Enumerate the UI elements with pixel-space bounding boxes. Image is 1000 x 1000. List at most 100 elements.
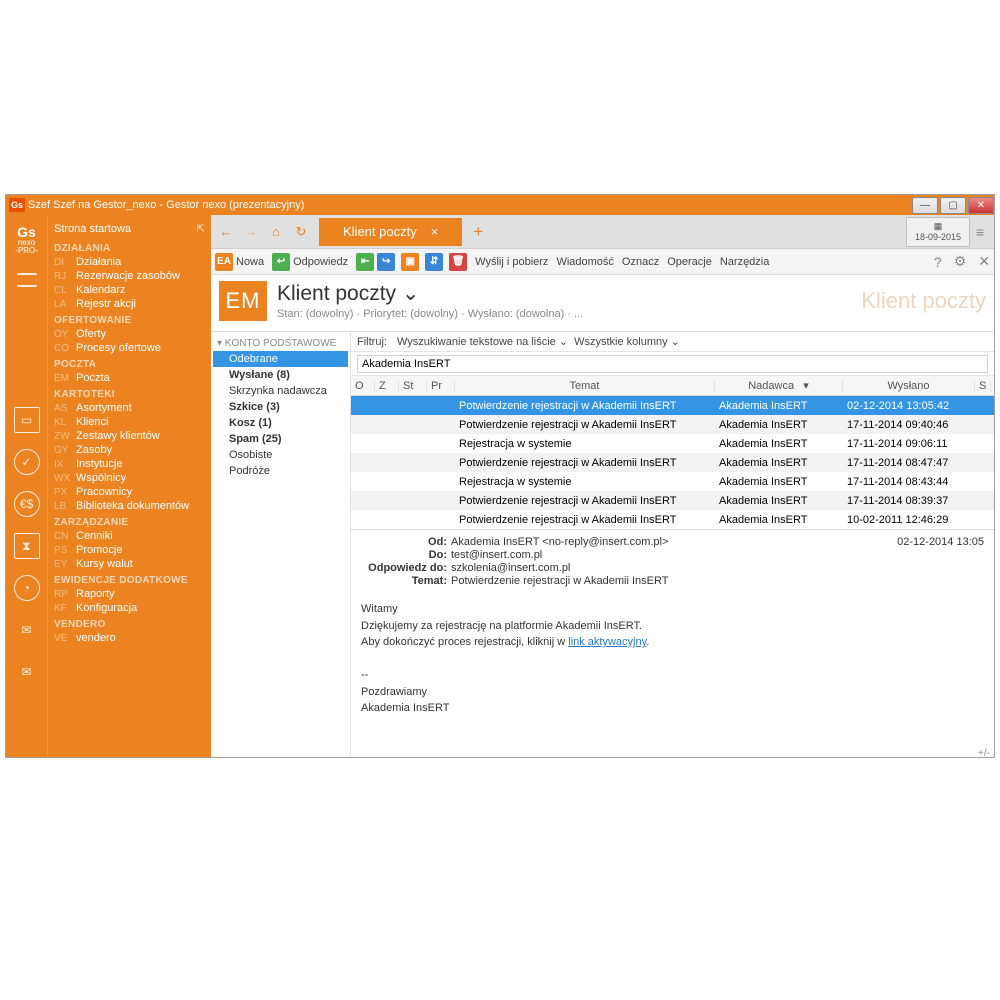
nav-item[interactable]: CLKalendarz <box>48 283 211 297</box>
folder-item[interactable]: Spam (25) <box>213 431 348 447</box>
col-z[interactable]: Z <box>375 380 399 392</box>
clock-icon[interactable]: ◔ <box>14 575 40 601</box>
money-icon[interactable]: €$ <box>14 491 40 517</box>
filter-row: Filtruj: Wyszukiwanie tekstowe na liście… <box>351 332 994 352</box>
check-icon[interactable]: ✓ <box>14 449 40 475</box>
nav-category: OFERTOWANIE <box>48 311 211 327</box>
folder-item[interactable]: Skrzynka nadawcza <box>213 383 348 399</box>
nav-item[interactable]: RPRaporty <box>48 587 211 601</box>
titlebar: Gs Szef Szef na Gestor_nexo - Gestor nex… <box>6 195 994 215</box>
mail-pane: Filtruj: Wyszukiwanie tekstowe na liście… <box>351 332 994 757</box>
main-pane: ← → ⌂ ↻ Klient poczty× + ▦ 18-09-2015 ≡ … <box>211 215 994 757</box>
toggle-pm[interactable]: +/- <box>978 748 990 757</box>
new-button[interactable]: EANowa <box>215 253 264 271</box>
nav-item[interactable]: OYOferty <box>48 327 211 341</box>
nav-home[interactable]: Strona startowa⇱ <box>48 219 211 239</box>
folder-item[interactable]: Szkice (3) <box>213 399 348 415</box>
forward-icon[interactable]: ↪ <box>377 253 395 271</box>
folder-item[interactable]: Kosz (1) <box>213 415 348 431</box>
mail-row[interactable]: Potwierdzenie rejestracji w Akademii Ins… <box>351 396 994 415</box>
tab-close-icon[interactable]: × <box>431 224 439 239</box>
mail-row[interactable]: Rejestracja w systemieAkademia InsERT17-… <box>351 434 994 453</box>
doc-icon[interactable]: ▭ <box>14 407 40 433</box>
tab-bar: ← → ⌂ ↻ Klient poczty× + ▦ 18-09-2015 ≡ <box>211 215 994 249</box>
mail-row[interactable]: Potwierdzenie rejestracji w Akademii Ins… <box>351 491 994 510</box>
nav-item[interactable]: LBBiblioteka dokumentów <box>48 499 211 513</box>
col-pr[interactable]: Pr <box>427 380 455 392</box>
mail-out-icon[interactable]: ✉ <box>14 617 40 643</box>
nav-refresh[interactable]: ↻ <box>290 221 312 243</box>
filter-mode[interactable]: Wyszukiwanie tekstowe na liście ⌄ <box>397 335 568 348</box>
col-nadawca[interactable]: Nadawca ▾ <box>715 379 843 392</box>
folder-item[interactable]: Wysłane (8) <box>213 367 348 383</box>
nav-category: KARTOTEKI <box>48 385 211 401</box>
mail-icon[interactable]: ✉ <box>14 659 40 685</box>
archive-icon[interactable]: ▣ <box>401 253 419 271</box>
delete-icon[interactable]: 🗑 <box>449 253 467 271</box>
tab-add[interactable]: + <box>466 222 490 242</box>
nav-item[interactable]: LARejestr akcji <box>48 297 211 311</box>
nav-item[interactable]: ZWZestawy klientów <box>48 429 211 443</box>
tab-active[interactable]: Klient poczty× <box>319 218 462 246</box>
activation-link[interactable]: link aktywacyjny <box>568 636 646 648</box>
col-s[interactable]: S <box>975 380 991 392</box>
toolbar: EANowa ↩Odpowiedz ⇤ ↪ ▣ ⇵ 🗑 Wyślij i pob… <box>211 249 994 275</box>
nav-category: EWIDENCJE DODATKOWE <box>48 571 211 587</box>
reply-button[interactable]: ↩Odpowiedz <box>272 253 348 271</box>
nav-home[interactable]: ⌂ <box>265 221 287 243</box>
mail-row[interactable]: Potwierdzenie rejestracji w Akademii Ins… <box>351 510 994 529</box>
folder-item[interactable]: Odebrane <box>213 351 348 367</box>
folder-item[interactable]: Osobiste <box>213 447 348 463</box>
nav-item[interactable]: COProcesy ofertowe <box>48 341 211 355</box>
nav-item[interactable]: CNCenniki <box>48 529 211 543</box>
nav-item[interactable]: IXInstytucje <box>48 457 211 471</box>
send-receive-button[interactable]: Wyślij i pobierz <box>475 256 548 268</box>
nav-item[interactable]: ASAsortyment <box>48 401 211 415</box>
minimize-button[interactable]: — <box>912 197 938 214</box>
message-menu[interactable]: Wiadomość <box>556 256 613 268</box>
nav-tree: Strona startowa⇱ DZIAŁANIADIDziałaniaRJR… <box>48 215 211 757</box>
maximize-button[interactable]: ▢ <box>940 197 966 214</box>
help-icon[interactable]: ? <box>934 254 942 270</box>
col-wyslano[interactable]: Wysłano <box>843 380 975 392</box>
close-button[interactable]: ✕ <box>968 197 994 214</box>
gear-icon[interactable]: ⚙ <box>954 253 967 270</box>
page-title[interactable]: Klient poczty ⌄ <box>277 281 583 306</box>
search-input[interactable] <box>357 355 988 373</box>
col-o[interactable]: O <box>351 380 375 392</box>
folder-item[interactable]: Podróże <box>213 463 348 479</box>
tools-menu[interactable]: Narzędzia <box>720 256 770 268</box>
nav-item[interactable]: GYZasoby <box>48 443 211 457</box>
calendar-icon[interactable]: ⧗ <box>14 533 40 559</box>
nav-item[interactable]: EMPoczta <box>48 371 211 385</box>
nav-item[interactable]: WXWspólnicy <box>48 471 211 485</box>
date-widget[interactable]: ▦ 18-09-2015 <box>906 217 970 247</box>
nav-item[interactable]: DIDziałania <box>48 255 211 269</box>
account-header[interactable]: ▾ KONTO PODSTAWOWE <box>213 336 348 351</box>
pin-icon[interactable]: ⇱ <box>197 224 205 235</box>
nav-item[interactable]: EYKursy walut <box>48 557 211 571</box>
move-icon[interactable]: ⇵ <box>425 253 443 271</box>
close-pane-icon[interactable]: ✕ <box>978 253 990 270</box>
nav-item[interactable]: RJRezerwacje zasobów <box>48 269 211 283</box>
nav-item[interactable]: PXPracownicy <box>48 485 211 499</box>
overflow-menu[interactable]: ≡ <box>970 224 990 240</box>
mail-row[interactable]: Potwierdzenie rejestracji w Akademii Ins… <box>351 415 994 434</box>
filter-columns[interactable]: Wszystkie kolumny ⌄ <box>574 335 680 348</box>
breadcrumb[interactable]: Stan: (dowolny) · Priorytet: (dowolny) ·… <box>277 308 583 320</box>
nav-back[interactable]: ← <box>215 221 237 243</box>
icon-column: Gs nexo -PRO- ▭ ✓ €$ ⧗ ◔ ✉ ✉ <box>6 215 48 757</box>
menu-icon[interactable] <box>17 273 37 287</box>
col-temat[interactable]: Temat <box>455 380 715 392</box>
mail-row[interactable]: Potwierdzenie rejestracji w Akademii Ins… <box>351 453 994 472</box>
nav-item[interactable]: PSPromocje <box>48 543 211 557</box>
nav-item[interactable]: VEvendero <box>48 631 211 645</box>
nav-fwd[interactable]: → <box>240 221 262 243</box>
mail-row[interactable]: Rejestracja w systemieAkademia InsERT17-… <box>351 472 994 491</box>
operations-menu[interactable]: Operacje <box>667 256 712 268</box>
nav-item[interactable]: KFKonfiguracja <box>48 601 211 615</box>
reply-all-icon[interactable]: ⇤ <box>356 253 374 271</box>
col-st[interactable]: St <box>399 380 427 392</box>
nav-item[interactable]: KLKlienci <box>48 415 211 429</box>
mark-menu[interactable]: Oznacz <box>622 256 659 268</box>
